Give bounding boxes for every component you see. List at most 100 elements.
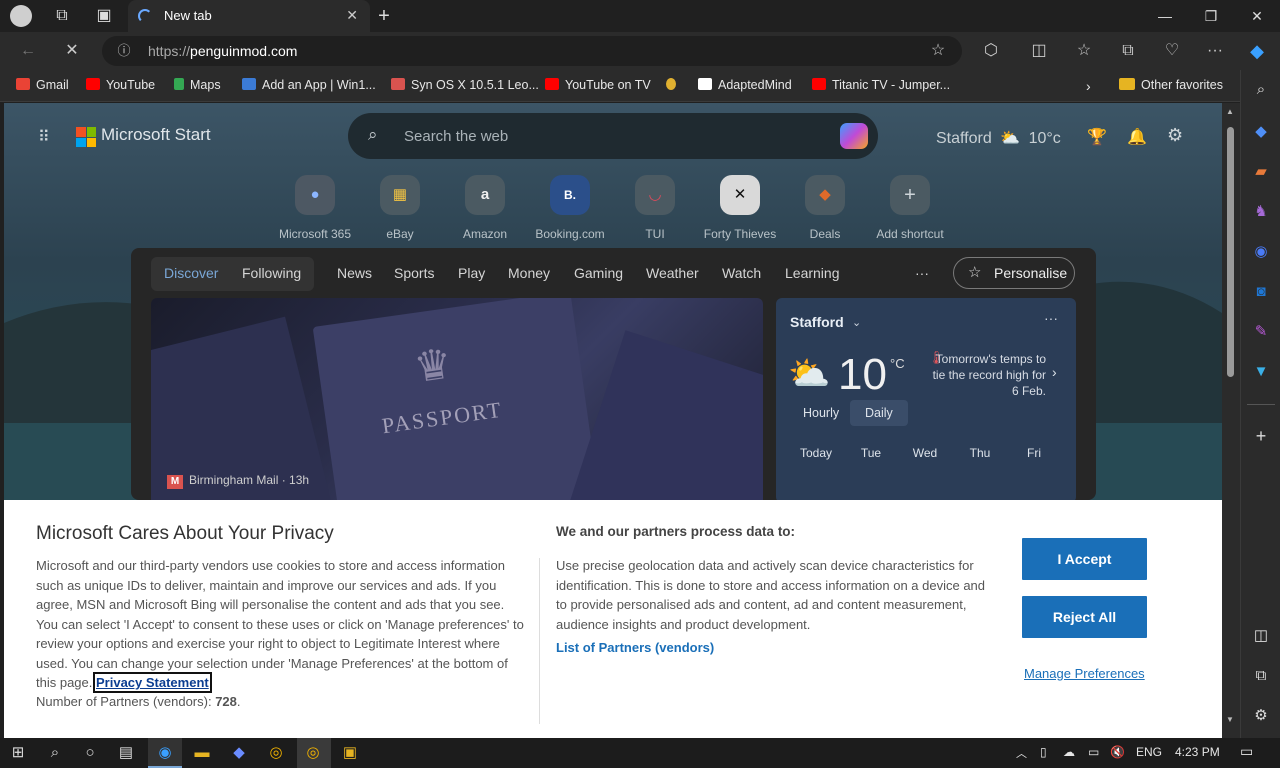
accept-button[interactable]: I Accept: [1022, 538, 1147, 580]
copilot-icon[interactable]: ◆: [1247, 41, 1267, 61]
chevron-right-icon[interactable]: ›: [1052, 364, 1057, 380]
url-text[interactable]: https://penguinmod.com: [148, 43, 297, 59]
favorite-star-icon[interactable]: ☆: [928, 41, 948, 61]
fav-adaptedmind[interactable]: AdaptedMind: [698, 78, 792, 92]
chevron-down-icon[interactable]: ⌄: [852, 316, 861, 329]
page-scrollbar[interactable]: ▲ ▼: [1222, 103, 1240, 738]
favorites-icon[interactable]: ☆: [1074, 41, 1094, 61]
scroll-up-icon[interactable]: ▲: [1226, 107, 1234, 116]
close-window-button[interactable]: ✕: [1234, 0, 1280, 32]
task-view-icon[interactable]: ▤: [116, 743, 136, 763]
fav-gmail[interactable]: Gmail: [16, 78, 69, 92]
stop-loading-icon[interactable]: ✕: [62, 41, 82, 61]
fav-syn-os[interactable]: Syn OS X 10.5.1 Leo...: [391, 78, 539, 92]
sidebar-settings-icon[interactable]: ⚙: [1251, 706, 1271, 726]
back-icon[interactable]: ←: [18, 41, 38, 61]
tab-play[interactable]: Play: [458, 265, 485, 281]
weather-summary[interactable]: Stafford ⛅ 10°c: [936, 128, 1061, 148]
fav-unnamed[interactable]: [666, 78, 682, 92]
site-info-icon[interactable]: ⓘ: [114, 41, 134, 61]
weather-note[interactable]: Tomorrow's temps to tie the record high …: [926, 351, 1046, 399]
hero-article[interactable]: ♛ PASSPORT M Birmingham Mail · 13h: [151, 298, 763, 500]
window-app-icon[interactable]: ▣: [340, 743, 360, 763]
shortcut-microsoft-365[interactable]: ● Microsoft 365: [270, 175, 360, 241]
tray-chevron-icon[interactable]: ︿: [1016, 745, 1027, 761]
cortana-icon[interactable]: ○: [80, 743, 100, 763]
weather-more-icon[interactable]: ···: [1044, 310, 1058, 326]
tray-network-icon[interactable]: ▭: [1088, 745, 1099, 759]
notifications-bell-icon[interactable]: 🔔: [1127, 127, 1147, 147]
fav-youtube[interactable]: YouTube: [86, 78, 155, 92]
tab-following[interactable]: Following: [242, 265, 301, 281]
shortcut-ebay[interactable]: ▦ eBay: [355, 175, 445, 241]
shortcut-forty-thieves[interactable]: ✕ Forty Thieves: [695, 175, 785, 241]
scroll-down-icon[interactable]: ▼: [1226, 715, 1234, 724]
sidebar-tools-icon[interactable]: ▰: [1251, 162, 1271, 182]
extensions-icon[interactable]: ⬡: [981, 41, 1001, 61]
restore-button[interactable]: ❐: [1188, 0, 1234, 32]
sidebar-drop-icon[interactable]: ▼: [1251, 362, 1271, 382]
personalise-button[interactable]: ☆ Personalise: [953, 257, 1075, 289]
fav-titanic-tv[interactable]: Titanic TV - Jumper...: [812, 78, 950, 92]
shortcut-deals[interactable]: ◆ Deals: [780, 175, 870, 241]
app-icon[interactable]: ◆: [229, 743, 249, 763]
address-bar[interactable]: ⓘ https://penguinmod.com ☆: [102, 36, 962, 66]
shortcut-add[interactable]: + Add shortcut: [865, 175, 955, 241]
fav-add-an-app[interactable]: Add an App | Win1...: [242, 78, 376, 92]
taskbar-search-icon[interactable]: ⌕: [45, 743, 65, 763]
tab-watch[interactable]: Watch: [722, 265, 761, 281]
tab-weather[interactable]: Weather: [646, 265, 699, 281]
reject-all-button[interactable]: Reject All: [1022, 596, 1147, 638]
sidebar-shopping-icon[interactable]: ◆: [1251, 122, 1271, 142]
tray-device-icon[interactable]: ▯: [1040, 745, 1047, 759]
collections-icon[interactable]: ⧉: [1118, 41, 1138, 61]
rewards-icon[interactable]: 🏆: [1087, 127, 1107, 147]
weather-card[interactable]: Stafford ⌄ ··· ⛅ 10 °C 🌡 Tomorrow's temp…: [776, 298, 1076, 500]
tab-daily[interactable]: Daily: [865, 406, 893, 420]
sidebar-microsoft365-icon[interactable]: ◉: [1251, 242, 1271, 262]
page-settings-gear-icon[interactable]: ⚙: [1167, 125, 1183, 146]
tab-sports[interactable]: Sports: [394, 265, 434, 281]
sidebar-open-external-icon[interactable]: ⧉: [1251, 666, 1271, 686]
edge-icon[interactable]: ◉: [155, 743, 175, 763]
tab-actions-icon[interactable]: ▣: [94, 6, 114, 26]
scroll-thumb[interactable]: [1227, 127, 1234, 377]
more-tabs-icon[interactable]: ···: [915, 265, 929, 281]
chrome-alt-icon[interactable]: ◎: [303, 743, 323, 763]
chrome-icon[interactable]: ◎: [266, 743, 286, 763]
sidebar-designer-icon[interactable]: ✎: [1251, 322, 1271, 342]
file-explorer-icon[interactable]: ▬: [192, 743, 212, 763]
shortcut-booking[interactable]: B. Booking.com: [525, 175, 615, 241]
tab-gaming[interactable]: Gaming: [574, 265, 623, 281]
fav-other-favorites[interactable]: Other favorites: [1119, 78, 1223, 92]
workspaces-icon[interactable]: ⧉: [52, 6, 72, 26]
language-indicator[interactable]: ENG: [1136, 745, 1162, 759]
copilot-icon[interactable]: [840, 123, 868, 149]
tab-hourly[interactable]: Hourly: [803, 406, 839, 420]
apps-grid-icon[interactable]: ⠿: [38, 127, 50, 147]
new-tab-button[interactable]: +: [374, 6, 394, 26]
web-search-box[interactable]: ⌕ Search the web: [348, 113, 878, 159]
sidebar-add-icon[interactable]: +: [1251, 426, 1271, 446]
shortcut-amazon[interactable]: a Amazon: [440, 175, 530, 241]
tray-cloud-icon[interactable]: ☁: [1063, 745, 1075, 759]
performance-icon[interactable]: ♡: [1162, 41, 1182, 61]
split-screen-icon[interactable]: ◫: [1029, 41, 1049, 61]
minimize-button[interactable]: —: [1142, 0, 1188, 32]
close-tab-icon[interactable]: ✕: [346, 7, 358, 24]
sidebar-outlook-icon[interactable]: ◙: [1251, 282, 1271, 302]
notifications-icon[interactable]: ▭: [1240, 743, 1253, 760]
clock[interactable]: 4:23 PM: [1175, 745, 1220, 759]
shortcut-tui[interactable]: ◡ TUI: [610, 175, 700, 241]
profile-avatar[interactable]: [10, 5, 32, 27]
tab-news[interactable]: News: [337, 265, 372, 281]
sidebar-search-icon[interactable]: ⌕: [1251, 80, 1271, 100]
manage-preferences-link[interactable]: Manage Preferences: [1024, 666, 1145, 681]
tab-new-tab[interactable]: New tab ✕: [128, 0, 370, 32]
weather-card-city[interactable]: Stafford: [790, 314, 844, 330]
tab-money[interactable]: Money: [508, 265, 550, 281]
tab-discover[interactable]: Discover: [164, 265, 218, 281]
list-of-partners-link[interactable]: List of Partners (vendors): [556, 640, 714, 655]
start-windows-icon[interactable]: ⊞: [8, 743, 28, 763]
fav-maps[interactable]: Maps: [174, 78, 221, 92]
